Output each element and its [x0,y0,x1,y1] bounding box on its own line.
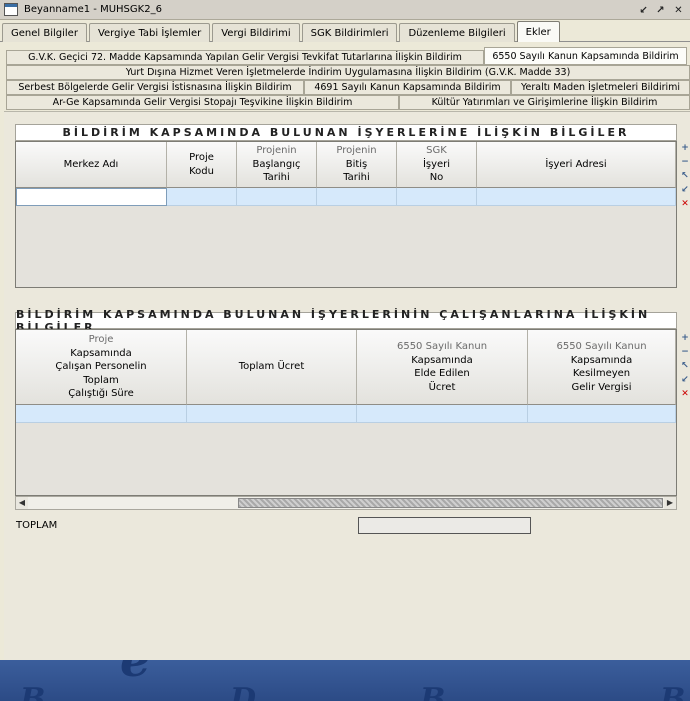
subtab-4691-sayili-kanun[interactable]: 4691 Sayılı Kanun Kapsamında Bildirim [304,80,511,95]
column-header-baslangic-tarihi[interactable]: Projenin Başlangıç Tarihi [237,142,317,188]
column-header-bitis-tarihi[interactable]: Projenin Bitiş Tarihi [317,142,397,188]
move-down-icon[interactable]: ↙ [680,375,690,386]
column-header-calisma-suresi[interactable]: Proje Kapsamında Çalışan Personelin Topl… [16,330,187,405]
column-header-proje-kodu[interactable]: Proje Kodu [167,142,237,188]
section-title-isyerleri: BİLDİRİM KAPSAMINDA BULUNAN İŞYERLERİNE … [15,124,677,141]
column-header-isyeri-adresi[interactable]: İşyeri Adresi [477,142,676,188]
isyerleri-row-actions: + − ↖ ↙ ✕ [680,143,690,213]
title-bar: Beyanname1 - MUHSGK2_6 ↙ ↗ ✕ [0,0,690,20]
toplam-label: TOPLAM [16,520,58,531]
subtab-serbest-bolgeler[interactable]: Serbest Bölgelerde Gelir Vergisi İstisna… [6,80,304,95]
tab-duzenleme-bilgileri[interactable]: Düzenleme Bilgileri [399,23,515,42]
isyerleri-grid: Merkez Adı Proje Kodu Projenin Başlangıç… [15,141,677,288]
sgk-isyeri-no-cell[interactable] [397,188,477,206]
column-header-elde-edilen-ucret[interactable]: 6550 Sayılı Kanun Kapsamında Elde Edilen… [357,330,528,405]
baslangic-tarihi-cell[interactable] [237,188,317,206]
move-down-icon[interactable]: ↙ [680,185,690,196]
subtab-yeralti-maden[interactable]: Yeraltı Maden İşletmeleri Bildirimi [511,80,690,95]
close-window-icon[interactable]: ✕ [671,3,686,17]
calisanlar-row-actions: + − ↖ ↙ ✕ [680,333,690,403]
tab-ekler[interactable]: Ekler [516,21,560,42]
calisanlar-grid: Proje Kapsamında Çalışan Personelin Topl… [15,329,677,496]
app-window-icon [4,3,18,16]
subtab-yurt-disina-hizmet[interactable]: Yurt Dışına Hizmet Veren İşletmelerde İn… [6,65,690,80]
kesilmeyen-gelir-vergisi-cell[interactable] [528,405,676,423]
toplam-ucret-cell[interactable] [187,405,357,423]
add-row-icon[interactable]: + [680,143,690,154]
minimize-window-icon[interactable]: ↙ [636,3,651,17]
table-row[interactable] [16,188,676,206]
isyeri-adresi-cell[interactable] [477,188,676,206]
add-row-icon[interactable]: + [680,333,690,344]
subtab-kultur-yatirimlari[interactable]: Kültür Yatırımları ve Girişimlerine İliş… [399,95,690,110]
subtab-gvk-gecici-72[interactable]: G.V.K. Geçici 72. Madde Kapsamında Yapıl… [6,50,484,65]
column-header-merkez-adi[interactable]: Merkez Adı [16,142,167,188]
move-up-icon[interactable]: ↖ [680,361,690,372]
window-title: Beyanname1 - MUHSGK2_6 [24,4,162,15]
column-header-sgk-isyeri-no[interactable]: SGK İşyeri No [397,142,477,188]
tab-genel-bilgiler[interactable]: Genel Bilgiler [2,23,87,42]
scroll-left-icon[interactable]: ◀ [16,497,28,509]
scrollbar-thumb[interactable] [238,498,663,508]
toplam-value-field [358,517,531,534]
main-tab-bar: Genel Bilgiler Vergiye Tabi İşlemler Ver… [0,21,690,42]
table-row[interactable] [16,405,676,423]
background-banner: e B D B B [0,660,690,701]
subtab-ar-ge-kapsaminda[interactable]: Ar-Ge Kapsamında Gelir Vergisi Stopajı T… [6,95,399,110]
restore-window-icon[interactable]: ↗ [653,3,668,17]
subtab-6550-sayili-kanun[interactable]: 6550 Sayılı Kanun Kapsamında Bildirim [484,47,687,65]
bitis-tarihi-cell[interactable] [317,188,397,206]
calisma-suresi-cell[interactable] [16,405,187,423]
tab-sgk-bildirimleri[interactable]: SGK Bildirimleri [301,23,398,42]
section-title-calisanlar: BİLDİRİM KAPSAMINDA BULUNAN İŞYERLERİNİN… [15,308,677,334]
tab-vergi-bildirimi[interactable]: Vergi Bildirimi [212,23,300,42]
merkez-adi-input[interactable] [16,188,167,206]
horizontal-scrollbar[interactable]: ◀ ▶ [15,496,677,510]
scroll-right-icon[interactable]: ▶ [664,497,676,509]
remove-row-icon[interactable]: − [680,347,690,358]
tab-vergiye-tabi-islemler[interactable]: Vergiye Tabi İşlemler [88,23,211,42]
move-up-icon[interactable]: ↖ [680,171,690,182]
delete-icon[interactable]: ✕ [680,199,690,210]
column-header-kesilmeyen-gelir-vergisi[interactable]: 6550 Sayılı Kanun Kapsamında Kesilmeyen … [528,330,676,405]
elde-edilen-ucret-cell[interactable] [357,405,528,423]
delete-icon[interactable]: ✕ [680,389,690,400]
column-header-toplam-ucret[interactable]: Toplam Ücret [187,330,357,405]
remove-row-icon[interactable]: − [680,157,690,168]
proje-kodu-cell[interactable] [167,188,237,206]
